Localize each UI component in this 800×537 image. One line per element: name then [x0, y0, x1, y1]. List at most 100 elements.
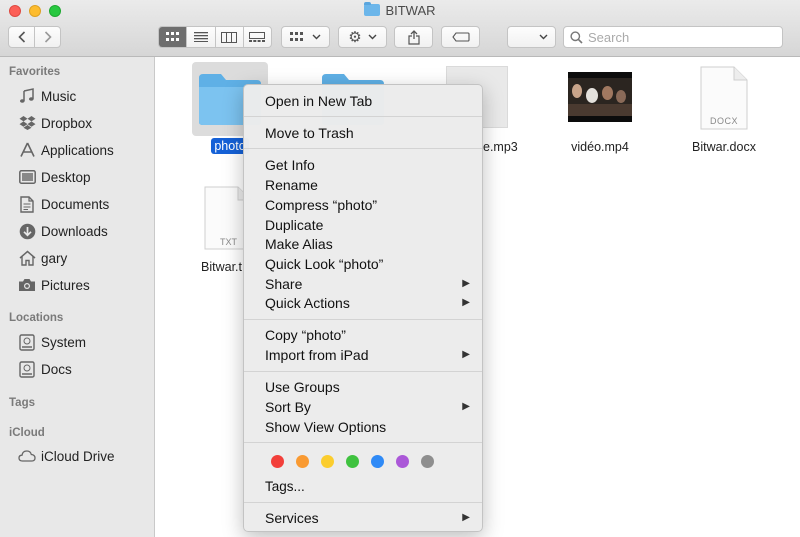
- sidebar-item-label: Music: [41, 88, 77, 104]
- sidebar-item-label: Applications: [41, 142, 114, 158]
- menu-item-rename[interactable]: Rename: [244, 175, 482, 194]
- menu-item-make-alias[interactable]: Make Alias: [244, 234, 482, 253]
- file-item-docx[interactable]: DOCX Bitwar.docx: [684, 66, 764, 158]
- sidebar-item-label: Docs: [41, 361, 72, 377]
- chevron-down-icon: [312, 34, 321, 40]
- cloud-icon: [18, 447, 36, 465]
- gallery-icon: [249, 31, 266, 42]
- menu-item-compress[interactable]: Compress “photo”: [244, 195, 482, 214]
- video-thumbnail: [568, 72, 632, 122]
- menu-item-get-info[interactable]: Get Info: [244, 155, 482, 174]
- sidebar-item-desktop[interactable]: Desktop: [18, 166, 91, 188]
- sidebar-item-music[interactable]: Music: [18, 85, 76, 107]
- tag-color-orange[interactable]: [296, 455, 309, 468]
- sidebar-item-label: Documents: [41, 196, 110, 212]
- list-view-button[interactable]: [187, 27, 216, 47]
- tag-color-yellow[interactable]: [321, 455, 334, 468]
- tag-color-purple[interactable]: [396, 455, 409, 468]
- gallery-view-button[interactable]: [244, 27, 271, 47]
- search-input[interactable]: [588, 29, 768, 45]
- tag-color-green[interactable]: [346, 455, 359, 468]
- forward-button[interactable]: [35, 27, 60, 47]
- group-by-button[interactable]: [281, 26, 330, 48]
- sidebar-item-label: Downloads: [41, 223, 108, 239]
- path-dropdown-button[interactable]: [507, 26, 556, 48]
- sidebar-item-applications[interactable]: Applications: [18, 139, 114, 161]
- sidebar-item-label: iCloud Drive: [41, 448, 115, 464]
- menu-separator: [244, 502, 482, 503]
- sidebar: Favorites Music Dropbox Applications Des…: [0, 57, 155, 537]
- icon-view-button[interactable]: [159, 27, 188, 47]
- window-title: BITWAR: [0, 2, 800, 18]
- documents-icon: [18, 195, 36, 213]
- toolbar: BITWAR ⚙ Search: [0, 0, 800, 57]
- menu-separator: [244, 116, 482, 117]
- menu-item-open-new-tab[interactable]: Open in New Tab: [244, 91, 482, 110]
- dropbox-icon: [18, 114, 36, 132]
- menu-item-share[interactable]: Share ▶: [244, 274, 482, 293]
- chevron-right-icon: [44, 31, 52, 43]
- menu-item-sort-by[interactable]: Sort By ▶: [244, 397, 482, 416]
- context-menu: Open in New Tab Move to Trash Get Info R…: [243, 84, 483, 532]
- menu-item-tags[interactable]: Tags...: [244, 477, 482, 496]
- view-mode-control: [158, 26, 272, 48]
- music-icon: [18, 87, 36, 105]
- menu-item-duplicate[interactable]: Duplicate: [244, 215, 482, 234]
- menu-separator: [244, 148, 482, 149]
- tag-color-red[interactable]: [271, 455, 284, 468]
- chevron-down-icon: [368, 34, 377, 40]
- search-icon: [570, 30, 583, 44]
- file-item-video[interactable]: vidéo.mp4: [560, 72, 640, 158]
- sidebar-item-docs[interactable]: Docs: [18, 358, 72, 380]
- menu-item-show-view-options[interactable]: Show View Options: [244, 417, 482, 436]
- group-grid-icon: [290, 32, 303, 41]
- home-icon: [18, 249, 36, 267]
- menu-item-services[interactable]: Services ▶: [244, 508, 482, 527]
- menu-item-quick-actions[interactable]: Quick Actions ▶: [244, 293, 482, 312]
- sidebar-item-pictures[interactable]: Pictures: [18, 274, 90, 296]
- sidebar-item-label: gary: [41, 250, 68, 266]
- file-name-label: e.mp3: [483, 140, 518, 154]
- sidebar-heading-icloud: iCloud: [9, 427, 45, 439]
- desktop-icon: [18, 168, 36, 186]
- sidebar-item-dropbox[interactable]: Dropbox: [18, 112, 92, 134]
- sidebar-heading-favorites: Favorites: [9, 66, 61, 78]
- menu-item-move-to-trash[interactable]: Move to Trash: [244, 123, 482, 142]
- list-icon: [193, 32, 208, 42]
- file-type-badge: DOCX: [709, 116, 738, 126]
- submenu-arrow-icon: ▶: [462, 401, 470, 412]
- share-button[interactable]: [394, 26, 433, 48]
- chevron-left-icon: [17, 31, 25, 43]
- disk-icon: [18, 333, 36, 351]
- sidebar-heading-locations: Locations: [9, 312, 64, 324]
- menu-item-quick-look[interactable]: Quick Look “photo”: [244, 254, 482, 273]
- sidebar-item-icloud-drive[interactable]: iCloud Drive: [18, 445, 115, 467]
- sidebar-item-label: Desktop: [41, 169, 91, 185]
- sidebar-item-gary[interactable]: gary: [18, 247, 67, 269]
- action-button[interactable]: ⚙: [338, 26, 387, 48]
- column-view-button[interactable]: [216, 27, 244, 47]
- submenu-arrow-icon: ▶: [462, 297, 470, 308]
- tag-color-blue[interactable]: [371, 455, 384, 468]
- sidebar-item-system[interactable]: System: [18, 331, 86, 353]
- sidebar-item-documents[interactable]: Documents: [18, 193, 109, 215]
- back-button[interactable]: [9, 27, 35, 47]
- gear-icon: ⚙: [348, 29, 362, 46]
- folder-icon: [364, 2, 381, 16]
- submenu-arrow-icon: ▶: [462, 349, 470, 360]
- share-icon: [407, 29, 420, 45]
- tag-icon: [451, 32, 470, 42]
- columns-icon: [221, 31, 238, 43]
- edit-tags-button[interactable]: [441, 26, 480, 48]
- sidebar-item-downloads[interactable]: Downloads: [18, 220, 108, 242]
- menu-item-copy[interactable]: Copy “photo”: [244, 325, 482, 344]
- tag-color-gray[interactable]: [421, 455, 434, 468]
- menu-item-import-ipad[interactable]: Import from iPad ▶: [244, 345, 482, 364]
- disk-icon: [18, 360, 36, 378]
- search-field[interactable]: [563, 26, 783, 48]
- menu-item-use-groups[interactable]: Use Groups: [244, 377, 482, 396]
- sidebar-heading-tags: Tags: [9, 397, 35, 409]
- menu-separator: [244, 319, 482, 320]
- menu-separator: [244, 442, 482, 443]
- file-name-label: vidéo.mp4: [571, 140, 629, 154]
